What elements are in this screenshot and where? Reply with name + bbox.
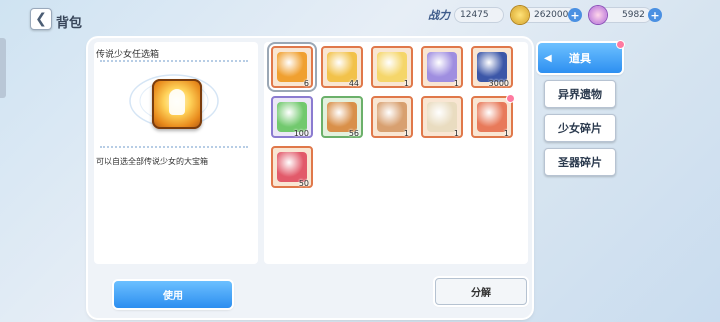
tab-artifact-fragments[interactable]: 圣器碎片 xyxy=(544,148,616,176)
coin-icon xyxy=(511,6,529,24)
item-count: 1 xyxy=(403,129,409,138)
item-count: 6 xyxy=(303,79,309,88)
inventory-slot[interactable]: 3000 xyxy=(471,46,513,88)
inventory-slot[interactable]: 1 xyxy=(421,96,463,138)
envelope-icon xyxy=(377,102,407,132)
notification-badge xyxy=(616,40,625,49)
gold-ticket-icon xyxy=(327,52,357,82)
tab-items-label: 道具 xyxy=(569,52,591,65)
item-count: 3000 xyxy=(488,79,509,88)
item-count: 1 xyxy=(503,129,509,138)
inventory-slot[interactable]: 44 xyxy=(321,46,363,88)
inventory-slot[interactable]: 1 xyxy=(371,46,413,88)
add-gold-button[interactable]: + xyxy=(568,8,582,22)
inventory-slot[interactable]: 1 xyxy=(371,96,413,138)
item-count: 44 xyxy=(348,79,359,88)
gem-value: 5982 xyxy=(622,10,645,20)
inventory-slot[interactable]: 1 xyxy=(471,94,515,138)
divider xyxy=(100,60,248,62)
inventory-slot[interactable]: 56 xyxy=(321,96,363,138)
back-button[interactable]: ❮ xyxy=(30,8,52,30)
item-count: 1 xyxy=(403,79,409,88)
inventory-slot[interactable]: 1 xyxy=(421,46,463,88)
rainbow-ticket-icon xyxy=(377,52,407,82)
use-button[interactable]: 使用 xyxy=(114,281,232,308)
chevron-left-icon: ❮ xyxy=(35,11,47,27)
power-display: 12475 xyxy=(454,7,504,23)
page-title: 背包 xyxy=(56,16,83,31)
item-count: 56 xyxy=(348,129,359,138)
side-drawer-handle[interactable] xyxy=(0,38,6,98)
tab-girl-fragments[interactable]: 少女碎片 xyxy=(544,114,616,142)
tab-relics[interactable]: 异界遗物 xyxy=(544,80,616,108)
divider xyxy=(100,146,248,148)
gold-display: 262000 xyxy=(511,6,576,24)
item-count: 1 xyxy=(453,79,459,88)
inventory-slot[interactable]: 100 xyxy=(271,96,313,138)
legendary-box-icon xyxy=(152,79,202,129)
decompose-button[interactable]: 分解 xyxy=(435,278,527,305)
gem-icon xyxy=(589,6,607,24)
item-count: 100 xyxy=(293,129,309,138)
add-gem-button[interactable]: + xyxy=(648,8,662,22)
tab-items[interactable]: ◀ 道具 xyxy=(538,40,625,73)
notification-badge xyxy=(506,94,515,103)
inventory-slot[interactable]: 6 xyxy=(271,46,313,88)
blue-crystal-icon xyxy=(477,52,507,82)
bronze-coins-icon xyxy=(327,102,357,132)
paper-note-icon xyxy=(427,102,457,132)
inventory-slot[interactable]: 50 xyxy=(271,146,313,188)
legendary-girl-box-icon xyxy=(277,52,307,82)
purple-ticket-icon xyxy=(427,52,457,82)
item-count: 1 xyxy=(453,129,459,138)
item-count: 50 xyxy=(298,179,309,188)
gem-display: 5982 xyxy=(589,6,652,24)
green-potion-icon xyxy=(277,102,307,132)
chevron-left-icon: ◀ xyxy=(544,52,552,64)
power-value: 12475 xyxy=(460,10,489,20)
red-ticket-icon xyxy=(477,102,507,132)
item-detail-description: 可以自选全部传说少女的大宝箱 xyxy=(96,157,208,166)
gold-value: 262000 xyxy=(534,10,569,20)
red-scroll-icon xyxy=(277,152,307,182)
power-label: 战力 xyxy=(428,9,450,22)
item-detail-name: 传说少女任选箱 xyxy=(96,50,160,60)
